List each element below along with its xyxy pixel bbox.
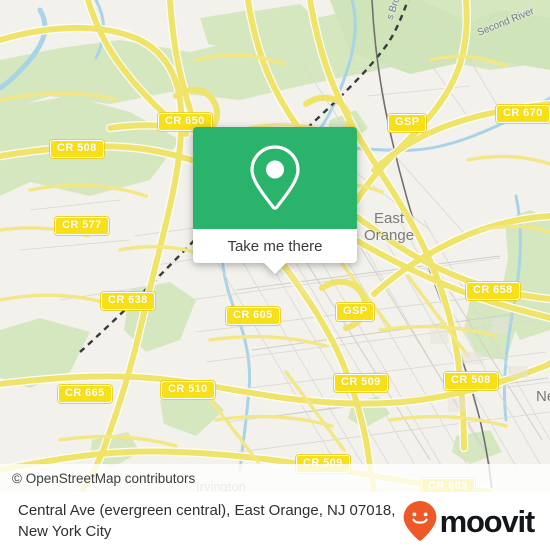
route-shield-cr-665: CR 665 — [58, 385, 112, 403]
route-shield-cr-670: CR 670 — [496, 105, 550, 123]
route-shield-cr-577: CR 577 — [55, 217, 109, 235]
route-shield-cr-658: CR 658 — [466, 282, 520, 300]
place-label-east-orange: East Orange — [364, 210, 415, 244]
route-shield-cr-508: CR 508 — [50, 140, 104, 158]
popup-header — [193, 127, 357, 229]
take-me-there-button[interactable]: Take me there — [193, 229, 357, 263]
footer-bar: Central Ave (evergreen central), East Or… — [0, 492, 550, 550]
route-shield-cr-605: CR 605 — [226, 307, 280, 325]
route-shield-cr-509: CR 509 — [334, 374, 388, 392]
take-me-there-label: Take me there — [227, 237, 323, 255]
route-shield-cr-638: CR 638 — [101, 292, 155, 310]
place-label-newark: Newark — [536, 388, 550, 405]
route-shield-gsp: GSP — [336, 303, 375, 321]
osm-attribution-text[interactable]: © OpenStreetMap contributors — [0, 471, 195, 486]
route-shield-cr-508: CR 508 — [444, 372, 498, 390]
popup-pointer — [264, 263, 286, 274]
location-title: Central Ave (evergreen central), East Or… — [18, 502, 396, 540]
map-canvas[interactable]: .pk { fill:#d5e7bf; } .pk2 { fill:#cfe4b… — [0, 0, 550, 492]
moovit-logo[interactable]: moovit — [402, 500, 536, 542]
moovit-map-page: .pk { fill:#d5e7bf; } .pk2 { fill:#cfe4b… — [0, 0, 550, 550]
route-shield-gsp: GSP — [388, 114, 427, 132]
moovit-wordmark: moovit — [439, 503, 536, 539]
map-attribution-bar: © OpenStreetMap contributors — [0, 464, 550, 492]
moovit-pin-icon — [403, 501, 436, 541]
location-popup-card[interactable]: Take me there — [193, 127, 357, 274]
route-shield-cr-510: CR 510 — [161, 381, 215, 399]
map-pin-icon — [250, 145, 300, 210]
